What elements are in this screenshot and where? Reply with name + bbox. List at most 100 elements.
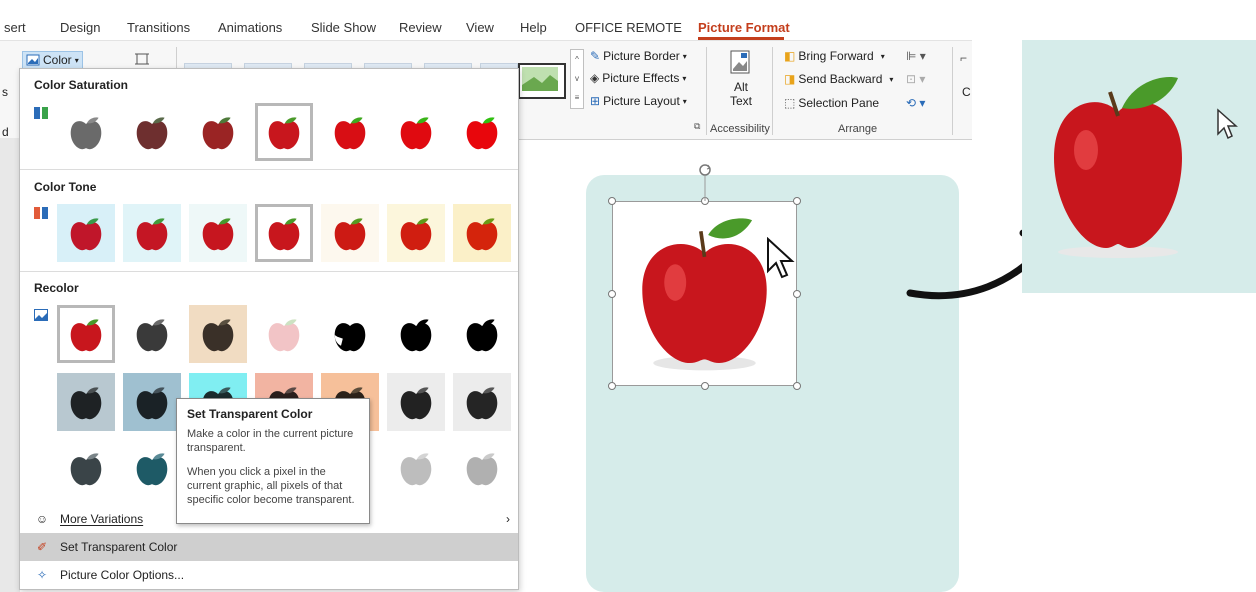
selection-pane-icon: ⬚	[784, 96, 796, 110]
section-title-saturation: Color Saturation	[34, 78, 129, 92]
gallery-more-icon[interactable]: ≡	[571, 88, 583, 107]
apple-icon	[400, 453, 432, 486]
recolor-dark-1[interactable]	[57, 373, 115, 431]
tab-picture-format[interactable]: Picture Format	[698, 20, 790, 35]
tone-4700k[interactable]	[57, 204, 115, 262]
apple-icon	[202, 319, 234, 352]
picture-color-options-item[interactable]: ✧ Picture Color Options...	[20, 561, 518, 589]
resize-handle[interactable]	[608, 197, 616, 205]
bring-forward-button[interactable]: ◧ Bring Forward ▾	[784, 49, 885, 63]
picture-border-button[interactable]: ✎ Picture Border ▾	[590, 49, 687, 63]
tone-5300k[interactable]	[123, 204, 181, 262]
apple-icon	[70, 218, 102, 251]
color-options-icon: ✧	[36, 568, 48, 582]
rotate-icon[interactable]: ⟲ ▾	[906, 96, 925, 110]
align-icon[interactable]: ⊫ ▾	[906, 49, 926, 63]
more-variations-label: More Variations	[60, 512, 144, 526]
apple-icon	[136, 453, 168, 486]
recolor-dark-2[interactable]	[123, 373, 181, 431]
apple-icon	[70, 387, 102, 420]
picture-effects-button[interactable]: ◈ Picture Effects ▾	[590, 71, 686, 85]
style-thumbnail-selected[interactable]	[518, 63, 566, 99]
picture-color-options-label: Picture Color Options...	[60, 568, 185, 582]
group-icon[interactable]: ⊡ ▾	[906, 72, 925, 86]
saturation-100[interactable]	[255, 103, 313, 161]
alt-text-icon	[730, 50, 750, 74]
recolor-bw-75[interactable]	[453, 305, 511, 363]
tone-6500k[interactable]	[255, 204, 313, 262]
resize-handle[interactable]	[793, 290, 801, 298]
tab-help[interactable]: Help	[520, 20, 547, 35]
accessibility-group-label: Accessibility	[710, 123, 770, 135]
tone-11200k[interactable]	[453, 204, 511, 262]
tone-8800k[interactable]	[387, 204, 445, 262]
recolor-icon	[34, 309, 48, 321]
tone-7200k[interactable]	[321, 204, 379, 262]
apple-icon	[136, 319, 168, 352]
apple-icon	[400, 319, 432, 352]
section-title-recolor: Recolor	[34, 281, 79, 295]
slide-thumbnail-strip[interactable]	[0, 138, 20, 592]
apple-icon	[70, 117, 102, 150]
recolor-light-6[interactable]	[387, 439, 445, 497]
send-backward-button[interactable]: ◨ Send Backward ▾	[784, 72, 893, 86]
selected-picture[interactable]	[612, 201, 797, 386]
resize-handle[interactable]	[608, 290, 616, 298]
color-button[interactable]: Color ▾	[22, 51, 83, 69]
resize-handle[interactable]	[701, 382, 709, 390]
divider	[20, 169, 518, 170]
saturation-66[interactable]	[189, 103, 247, 161]
tab-insert[interactable]: sert	[4, 20, 26, 35]
tone-5900k[interactable]	[189, 204, 247, 262]
recolor-no-recolor[interactable]	[57, 305, 115, 363]
tab-review[interactable]: Review	[399, 20, 442, 35]
recolor-dark-7[interactable]	[453, 373, 511, 431]
alt-text-button[interactable]: Alt Text	[722, 49, 760, 108]
recolor-light-7[interactable]	[453, 439, 511, 497]
recolor-light-1[interactable]	[57, 439, 115, 497]
saturation-0[interactable]	[57, 103, 115, 161]
recolor-light-2[interactable]	[123, 439, 181, 497]
separator	[706, 47, 707, 135]
recolor-dark-6[interactable]	[387, 373, 445, 431]
picture-layout-button[interactable]: ⊞ Picture Layout ▾	[590, 94, 687, 108]
chevron-down-icon: ▾	[682, 51, 687, 61]
recolor-bw-50[interactable]	[387, 305, 445, 363]
selection-pane-button[interactable]: ⬚ Selection Pane	[784, 96, 879, 110]
tab-transitions[interactable]: Transitions	[127, 20, 190, 35]
crop-icon[interactable]: ⌐	[960, 51, 967, 65]
resize-handle[interactable]	[793, 382, 801, 390]
saturation-400[interactable]	[453, 103, 511, 161]
apple-icon	[70, 319, 102, 352]
saturation-300[interactable]	[387, 103, 445, 161]
saturation-33[interactable]	[123, 103, 181, 161]
palette-icon: ☺	[35, 512, 49, 526]
tab-design[interactable]: Design	[60, 20, 100, 35]
resize-handle[interactable]	[608, 382, 616, 390]
tab-slide-show[interactable]: Slide Show	[311, 20, 376, 35]
apple-icon	[268, 117, 300, 150]
tab-view[interactable]: View	[466, 20, 494, 35]
recolor-bw-25[interactable]	[321, 305, 379, 363]
landscape-icon	[522, 67, 558, 91]
set-transparent-color-item[interactable]: ✐ Set Transparent Color	[20, 533, 518, 561]
tab-office-remote[interactable]: OFFICE REMOTE	[575, 20, 682, 35]
tab-animations[interactable]: Animations	[218, 20, 282, 35]
recolor-grayscale[interactable]	[123, 305, 181, 363]
compress-icon[interactable]	[134, 51, 150, 67]
picture-layout-label: Picture Layout	[603, 94, 680, 108]
recolor-sepia[interactable]	[189, 305, 247, 363]
resize-handle[interactable]	[793, 197, 801, 205]
dialog-launcher-icon[interactable]: ⧉	[694, 121, 700, 132]
rotate-handle-icon[interactable]	[696, 162, 714, 202]
scroll-up-icon[interactable]: ^	[571, 50, 583, 69]
section-title-tone: Color Tone	[34, 180, 97, 194]
apple-icon	[466, 117, 498, 150]
chevron-down-icon: ▾	[682, 96, 687, 106]
picture-effects-label: Picture Effects	[602, 71, 680, 85]
chevron-down-icon: ▾	[682, 73, 687, 83]
scroll-down-icon[interactable]: v	[571, 69, 583, 88]
gallery-scroll[interactable]: ^ v ≡	[570, 49, 584, 109]
recolor-washout[interactable]	[255, 305, 313, 363]
saturation-200[interactable]	[321, 103, 379, 161]
